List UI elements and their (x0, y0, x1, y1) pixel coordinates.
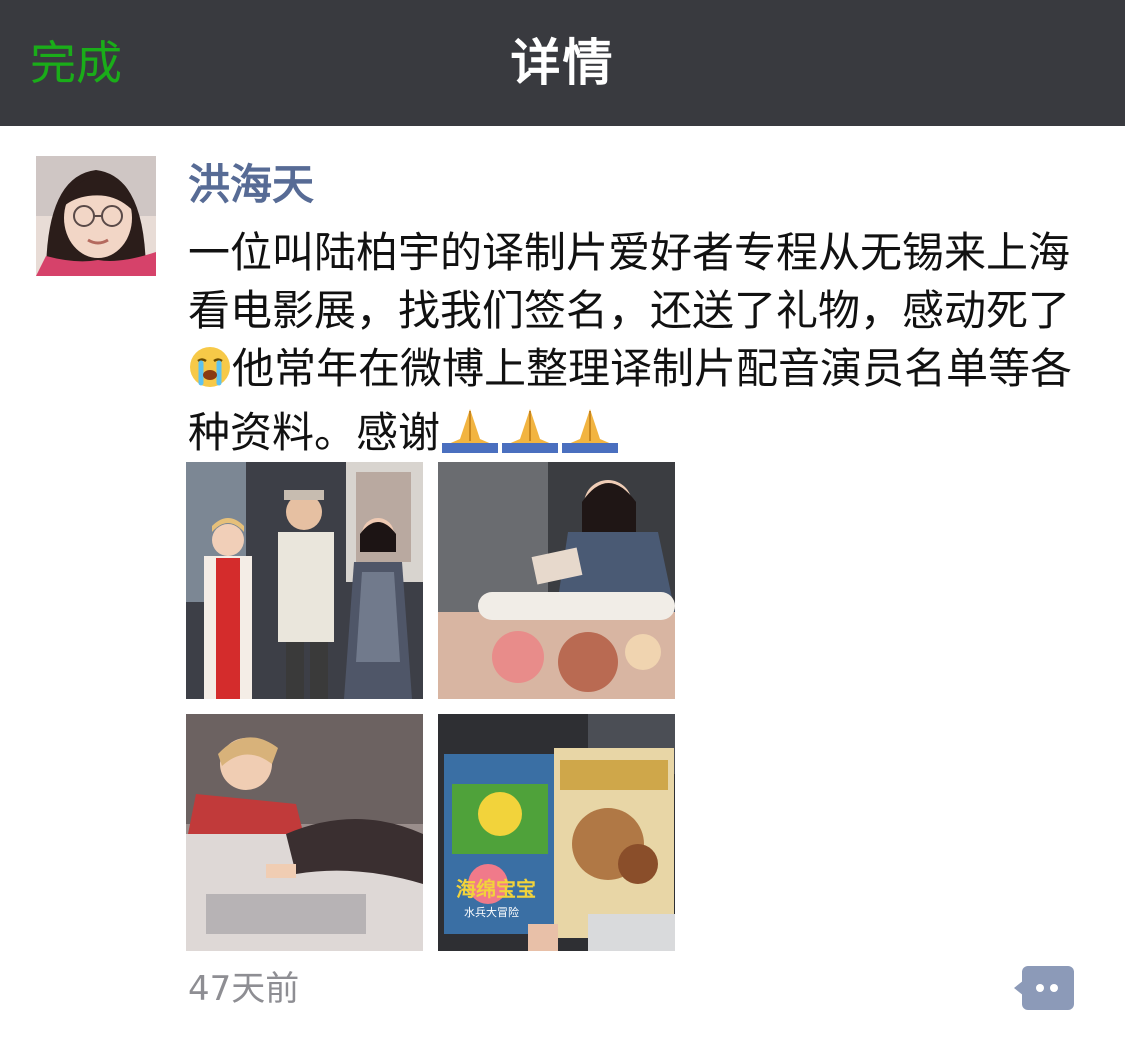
folded-hands-icon (500, 407, 560, 468)
dvd-left-sub: 水兵大冒险 (464, 905, 519, 919)
folded-hands-icon (560, 407, 620, 468)
loudly-crying-face-icon (188, 345, 232, 404)
photo-group[interactable] (186, 462, 423, 699)
post-text: 一位叫陆柏宇的译制片爱好者专程从无锡来上海看电影展，找我们签名，还送了礼物，感动… (188, 224, 1098, 468)
photo-signing-table[interactable] (186, 714, 423, 951)
folded-hands-icon (440, 407, 500, 468)
dvd-left-title: 海绵宝宝 (456, 877, 536, 901)
post-timestamp: 47天前 (188, 969, 300, 1009)
photo-dvd-gifts[interactable]: 海绵宝宝 水兵大冒险 (438, 714, 675, 951)
post-text-part2: 他常年在微博上整理译制片配音演员名单等各种资料。感谢 (188, 344, 1073, 457)
comment-button[interactable] (1014, 966, 1074, 1010)
photo-signing-poster[interactable] (438, 462, 675, 699)
post-text-part1: 一位叫陆柏宇的译制片爱好者专程从无锡来上海看电影展，找我们签名，还送了礼物，感动… (188, 228, 1071, 335)
page-title: 详情 (510, 34, 615, 92)
avatar[interactable] (36, 156, 156, 276)
author-name[interactable]: 洪海天 (188, 156, 314, 214)
comment-icon (1014, 966, 1074, 1010)
navigation-bar: 完成 详情 (0, 0, 1125, 126)
